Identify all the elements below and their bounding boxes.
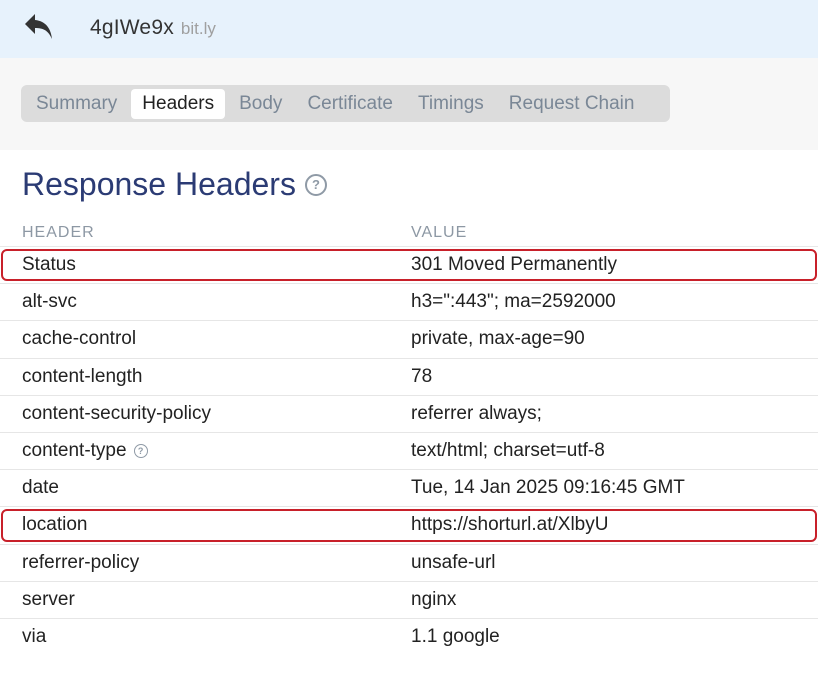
table-row: cache-control private, max-age=90 bbox=[0, 321, 818, 359]
table-row: content-length 78 bbox=[0, 359, 818, 396]
reply-arrow-icon bbox=[25, 14, 52, 39]
table-row: content-type? text/html; charset=utf-8 bbox=[0, 433, 818, 471]
column-header-name: HEADER bbox=[22, 224, 95, 241]
header-name: Status bbox=[22, 254, 76, 276]
question-circle-icon[interactable]: ? bbox=[304, 173, 327, 196]
header-name-cell: referrer-policy bbox=[0, 552, 411, 574]
tab-request-chain[interactable]: Request Chain bbox=[498, 89, 646, 119]
short-link-id: 4gIWe9x bbox=[90, 16, 174, 39]
header-name: cache-control bbox=[22, 328, 137, 350]
header-value: unsafe-url bbox=[411, 551, 496, 573]
header-name: via bbox=[22, 626, 47, 648]
tab-certificate[interactable]: Certificate bbox=[296, 89, 404, 119]
tab-body[interactable]: Body bbox=[228, 89, 293, 119]
header-name: server bbox=[22, 588, 75, 610]
short-link-host: bit.ly bbox=[180, 19, 216, 38]
table-row: Status 301 Moved Permanently bbox=[0, 247, 818, 285]
table-row: via 1.1 google bbox=[0, 619, 818, 656]
tab-bar: Summary Headers Body Certificate Timings… bbox=[21, 85, 670, 122]
header-value: https://shorturl.at/XlbyU bbox=[411, 514, 609, 536]
header-name-cell: content-type? bbox=[0, 440, 411, 462]
header-name-cell: Status bbox=[0, 254, 411, 276]
section-title: Response Headers ? bbox=[22, 166, 327, 203]
table-body: Status 301 Moved Permanently alt-svc h3=":4… bbox=[0, 247, 818, 656]
table-row: server nginx bbox=[0, 582, 818, 619]
header-name-cell: cache-control bbox=[0, 328, 411, 350]
header-name-cell: content-length bbox=[0, 366, 411, 388]
table-header-row: HEADER VALUE bbox=[0, 224, 818, 247]
header-value: referrer always; bbox=[411, 402, 542, 424]
header-name-cell: content-security-policy bbox=[0, 403, 411, 425]
header-value: private, max-age=90 bbox=[411, 328, 585, 350]
header-name-cell: location bbox=[0, 514, 411, 536]
header-value: 301 Moved Permanently bbox=[411, 254, 617, 276]
tabs-area: Summary Headers Body Certificate Timings… bbox=[0, 58, 818, 150]
header-value: 78 bbox=[411, 365, 433, 387]
header-value: nginx bbox=[411, 588, 457, 610]
tab-headers[interactable]: Headers bbox=[131, 88, 226, 119]
header-name: content-length bbox=[22, 365, 143, 387]
tab-summary[interactable]: Summary bbox=[25, 89, 128, 119]
header-name-cell: date bbox=[0, 477, 411, 499]
header-value: text/html; charset=utf-8 bbox=[411, 440, 605, 462]
table-row: referrer-policy unsafe-url bbox=[0, 545, 818, 582]
header-value: h3=":443"; ma=2592000 bbox=[411, 291, 616, 313]
table-row: date Tue, 14 Jan 2025 09:16:45 GMT bbox=[0, 470, 818, 508]
header-name: alt-svc bbox=[22, 291, 77, 313]
headers-table: HEADER VALUE Status 301 Moved Permanently… bbox=[0, 224, 818, 656]
table-row: alt-svc h3=":443"; ma=2592000 bbox=[0, 284, 818, 322]
header-name: referrer-policy bbox=[22, 551, 140, 573]
header-value: 1.1 google bbox=[411, 626, 500, 648]
column-header-value: VALUE bbox=[411, 224, 468, 241]
header-name-cell: server bbox=[0, 589, 411, 611]
header-value: Tue, 14 Jan 2025 09:16:45 GMT bbox=[411, 477, 685, 499]
table-row: location https://shorturl.at/XlbyU bbox=[0, 507, 818, 545]
table-row: content-security-policy referrer always; bbox=[0, 396, 818, 433]
question-circle-icon[interactable]: ? bbox=[133, 444, 148, 459]
tab-timings[interactable]: Timings bbox=[407, 89, 495, 119]
header-name-cell: alt-svc bbox=[0, 291, 411, 313]
header-name: content-type bbox=[22, 440, 127, 462]
header-name: location bbox=[22, 514, 88, 536]
header-name-cell: via bbox=[0, 626, 411, 648]
header-name: date bbox=[22, 477, 59, 499]
section-title-text: Response Headers bbox=[22, 166, 296, 202]
page-title: 4gIWe9x bit.ly bbox=[90, 16, 216, 40]
back-button[interactable] bbox=[22, 10, 56, 44]
top-bar: 4gIWe9x bit.ly bbox=[0, 0, 818, 58]
header-name: content-security-policy bbox=[22, 402, 212, 424]
